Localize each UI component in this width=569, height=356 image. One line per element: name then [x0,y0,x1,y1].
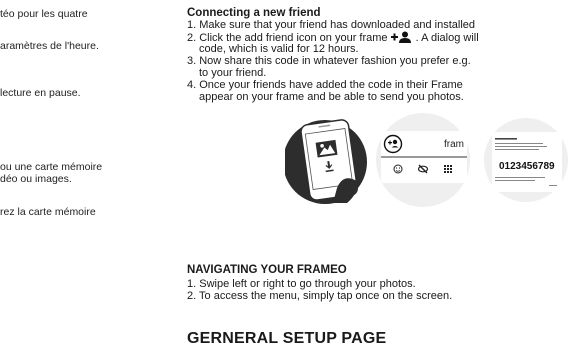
navigating-item-1: 1. Swipe left or right to go through you… [187,278,416,290]
left-line-4: ou une carte mémoire [0,161,103,173]
code-illustration: 0123456789 [484,118,568,202]
left-column: téo pour les quatre aramètres de l'heure… [0,0,150,356]
code-text: 0123456789 [499,161,555,172]
connecting-step-4-cont: appear on your frame and be able to send… [199,91,464,103]
phone-illustration [283,119,367,204]
left-line-3: lecture en pause. [0,87,81,99]
connecting-step-2-text-b: . A dialog will [415,32,479,44]
navigating-item-2: 2. To access the menu, simply tap once o… [187,290,453,302]
left-line-5: déo ou images. [0,173,72,185]
setup-page-title: GERNERAL SETUP PAGE [187,330,387,347]
left-line-1: téo pour les quatre [0,8,88,20]
frame-illustration: fram [376,113,470,207]
navigating-title: NAVIGATING YOUR FRAMEO [187,264,347,276]
left-line-6: rez la carte mémoire [0,206,96,218]
illustration: fram 0123456789 [283,111,569,207]
add-friend-icon [390,31,413,46]
connecting-step-3-cont: to your friend. [199,67,267,79]
connecting-step-2-cont: code, which is valid for 12 hours. [199,43,359,55]
frame-label: fram [444,139,464,150]
connecting-step-3: 3. Now share this code in whatever fashi… [187,55,471,67]
connecting-step-4: 4. Once your friends have added the code… [187,79,463,91]
connecting-step-1: 1. Make sure that your friend has downlo… [187,19,476,31]
connecting-title: Connecting a new friend [187,7,321,19]
left-line-2: aramètres de l'heure. [0,40,99,52]
